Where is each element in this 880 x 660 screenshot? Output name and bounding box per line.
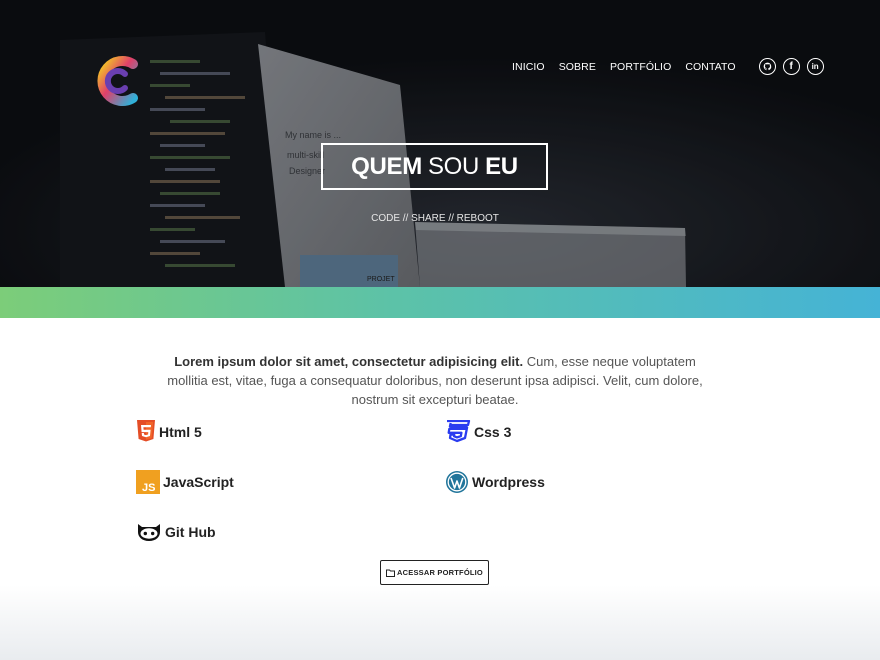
hero-section: My name is ... multi-skill Designer PROJ… [0,0,880,287]
skill-javascript-label: JavaScript [163,474,234,490]
social-links: f in [752,58,824,75]
skill-github: Git Hub [136,520,216,544]
footer-area [0,585,880,660]
main-nav: INICIO SOBRE PORTFÓLIO CONTATO f in [512,58,824,75]
wordpress-icon [446,471,468,493]
github-octocat-icon [138,524,160,541]
skill-css-label: Css 3 [474,424,512,440]
github-icon[interactable] [758,58,776,75]
js-badge-text: JS [142,482,155,494]
folder-icon [386,569,396,577]
skill-wordpress: Wordpress [445,470,545,494]
skill-javascript: JS JavaScript [136,470,234,494]
hero-title-sou: SOU [427,152,480,180]
skill-github-label: Git Hub [165,524,216,540]
skill-css: Css 3 [445,420,511,444]
hero-title-quem: QUEM [351,152,422,180]
css3-icon [447,420,471,443]
nav-contato[interactable]: CONTATO [685,61,735,73]
nav-portfolio[interactable]: PORTFÓLIO [610,61,671,73]
skill-wordpress-label: Wordpress [472,474,545,490]
nav-sobre[interactable]: SOBRE [559,61,596,73]
access-portfolio-label: ACESSAR PORTFÓLIO [397,568,483,577]
facebook-icon[interactable]: f [782,58,800,75]
intro-bold: Lorem ipsum dolor sit amet, consectetur … [174,354,524,369]
intro-paragraph: Lorem ipsum dolor sit amet, consectetur … [160,352,710,409]
skill-html: Html 5 [136,420,202,444]
brand-logo[interactable] [95,52,141,110]
hero-tagline: CODE // SHARE // REBOOT [371,213,499,224]
access-portfolio-button[interactable]: ACESSAR PORTFÓLIO [380,560,489,585]
gradient-divider [0,287,880,318]
skill-html-label: Html 5 [159,424,202,440]
javascript-icon: JS [136,470,160,494]
html5-icon [137,420,155,442]
linkedin-icon[interactable]: in [806,58,824,75]
nav-inicio[interactable]: INICIO [512,61,545,73]
hero-title-eu: EU [485,152,518,180]
hero-title: QUEM SOU EU [321,143,548,190]
